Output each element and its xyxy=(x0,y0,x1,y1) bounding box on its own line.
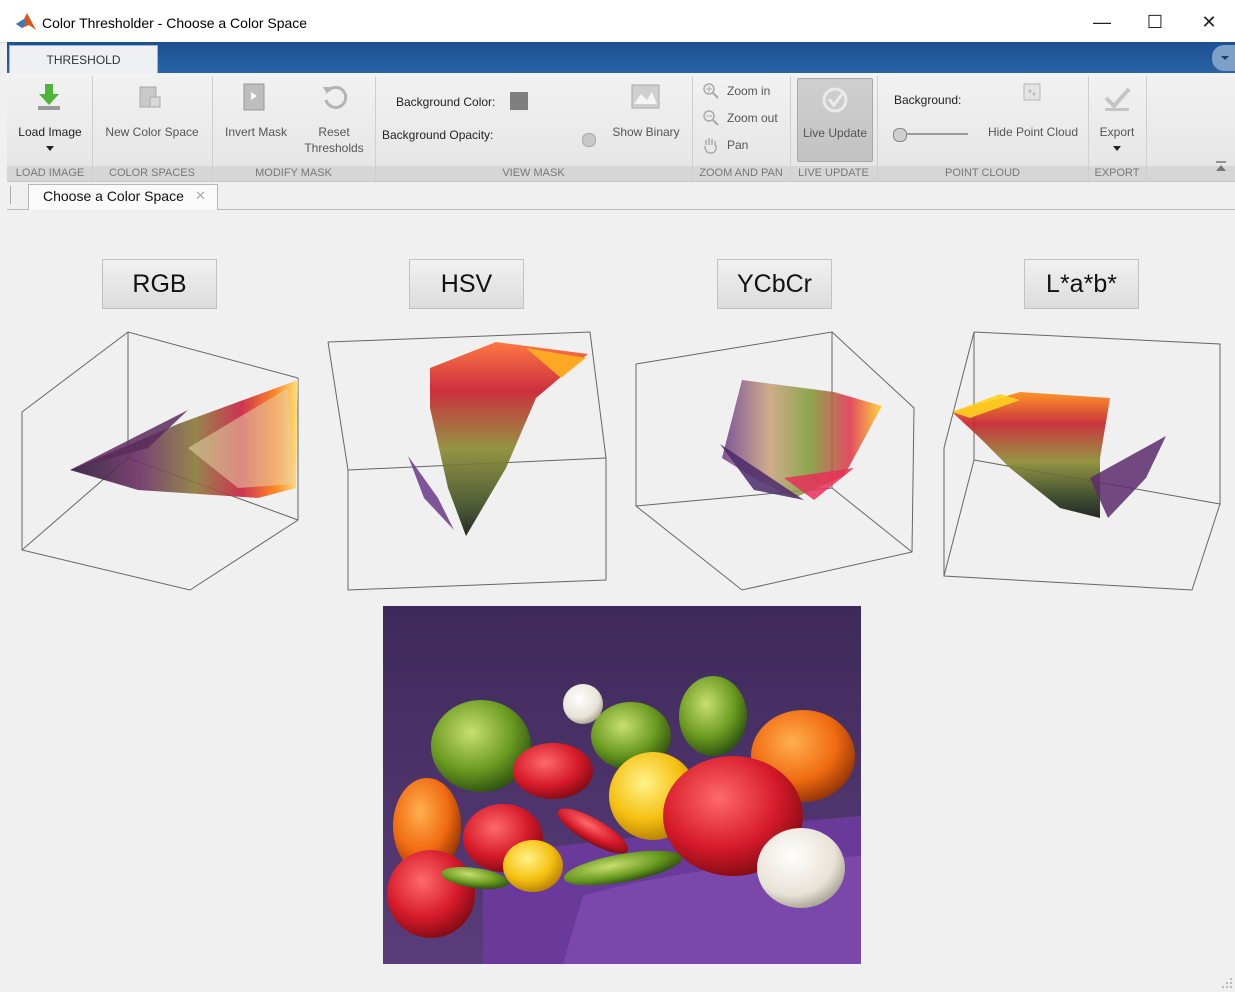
export-label: Export xyxy=(1099,125,1135,139)
show-binary-icon xyxy=(631,84,660,109)
invert-mask-icon xyxy=(243,83,265,111)
point-cloud-icon xyxy=(1023,83,1041,101)
separator xyxy=(1088,76,1089,181)
close-button[interactable]: ✕ xyxy=(1186,8,1232,36)
zoom-in-label: Zoom in xyxy=(727,84,771,98)
new-color-space-button[interactable]: New Color Space xyxy=(96,78,208,164)
separator xyxy=(1146,76,1147,181)
background-color-swatch[interactable] xyxy=(510,92,528,110)
window-title: Color Thresholder - Choose a Color Space xyxy=(42,15,308,31)
section-zoom-and-pan: ZOOM AND PAN xyxy=(699,167,783,179)
background-opacity-label: Background Opacity: xyxy=(382,128,494,142)
hsv-point-cloud[interactable] xyxy=(326,328,612,594)
export-button[interactable]: Export xyxy=(1092,78,1142,164)
pan-button[interactable]: Pan xyxy=(702,136,788,154)
zoom-in-icon xyxy=(703,83,719,99)
invert-mask-label: Invert Mask xyxy=(224,125,287,139)
reset-thresholds-label-1: Reset xyxy=(318,125,350,139)
collapse-ribbon-icon[interactable] xyxy=(1214,160,1228,174)
point-cloud-background-label: Background: xyxy=(894,93,962,107)
matlab-logo-icon xyxy=(16,13,36,30)
ribbon-tab-bar xyxy=(7,42,1235,73)
reset-icon xyxy=(323,85,348,109)
separator xyxy=(375,76,376,181)
section-live-update: LIVE UPDATE xyxy=(798,167,869,179)
new-color-space-icon xyxy=(139,86,161,108)
separator xyxy=(92,76,93,181)
caret-down-icon xyxy=(1113,146,1121,151)
section-view-mask: VIEW MASK xyxy=(502,167,565,179)
rgb-point-cloud[interactable] xyxy=(18,328,304,594)
live-update-icon xyxy=(822,87,848,113)
load-image-label: Load Image xyxy=(18,125,82,139)
pan-hand-icon xyxy=(704,138,717,154)
tab-choose-color-space-label: Choose a Color Space xyxy=(43,188,184,204)
rgb-button[interactable]: RGB xyxy=(102,259,217,309)
lab-point-cloud[interactable] xyxy=(940,328,1226,594)
tab-close-icon[interactable]: ✕ xyxy=(195,188,206,204)
invert-mask-button[interactable]: Invert Mask xyxy=(216,78,296,164)
zoom-out-button[interactable]: Zoom out xyxy=(702,109,788,127)
section-point-cloud: POINT CLOUD xyxy=(945,167,1020,179)
hide-point-cloud-button[interactable]: Hide Point Cloud xyxy=(982,78,1084,164)
background-opacity-slider[interactable] xyxy=(582,133,596,147)
show-binary-label: Show Binary xyxy=(612,125,680,139)
section-export: EXPORT xyxy=(1094,167,1140,179)
reset-thresholds-label-2: Thresholds xyxy=(304,141,364,155)
separator xyxy=(877,76,878,181)
maximize-button[interactable]: ☐ xyxy=(1132,8,1178,36)
tab-strip-grip xyxy=(10,186,11,204)
minimize-button[interactable]: — xyxy=(1079,8,1125,36)
download-arrow-icon xyxy=(38,84,60,110)
zoom-out-label: Zoom out xyxy=(727,111,778,125)
separator xyxy=(212,76,213,181)
load-image-button[interactable]: Load Image xyxy=(9,78,91,164)
live-update-label: Live Update xyxy=(802,126,868,140)
point-cloud-background-slider[interactable] xyxy=(892,126,970,142)
tab-threshold[interactable]: THRESHOLD xyxy=(9,45,158,74)
lab-button[interactable]: L*a*b* xyxy=(1024,259,1139,309)
caret-down-icon xyxy=(46,146,54,151)
separator xyxy=(692,76,693,181)
zoom-out-icon xyxy=(703,110,719,126)
resize-grip-icon[interactable] xyxy=(1220,976,1234,990)
quick-access-toggle[interactable] xyxy=(1212,45,1235,71)
background-color-label: Background Color: xyxy=(396,95,496,109)
ycbcr-point-cloud[interactable] xyxy=(634,328,920,594)
chevron-down-icon xyxy=(1221,56,1229,60)
section-load-image: LOAD IMAGE xyxy=(15,167,85,179)
hsv-button[interactable]: HSV xyxy=(409,259,524,309)
section-color-spaces: COLOR SPACES xyxy=(109,167,195,179)
new-color-space-label: New Color Space xyxy=(105,125,199,139)
slider-thumb[interactable] xyxy=(893,128,907,142)
zoom-in-button[interactable]: Zoom in xyxy=(702,82,788,100)
ycbcr-button[interactable]: YCbCr xyxy=(717,259,832,309)
pan-label: Pan xyxy=(727,138,749,152)
show-binary-button[interactable]: Show Binary xyxy=(604,78,688,164)
export-check-icon xyxy=(1104,87,1131,111)
separator xyxy=(790,76,791,181)
reset-thresholds-button[interactable]: Reset Thresholds xyxy=(296,78,372,164)
section-modify-mask: MODIFY MASK xyxy=(255,167,332,179)
live-update-button[interactable]: Live Update xyxy=(797,78,873,162)
source-image-peppers xyxy=(383,606,861,964)
hide-point-cloud-label: Hide Point Cloud xyxy=(987,125,1079,139)
